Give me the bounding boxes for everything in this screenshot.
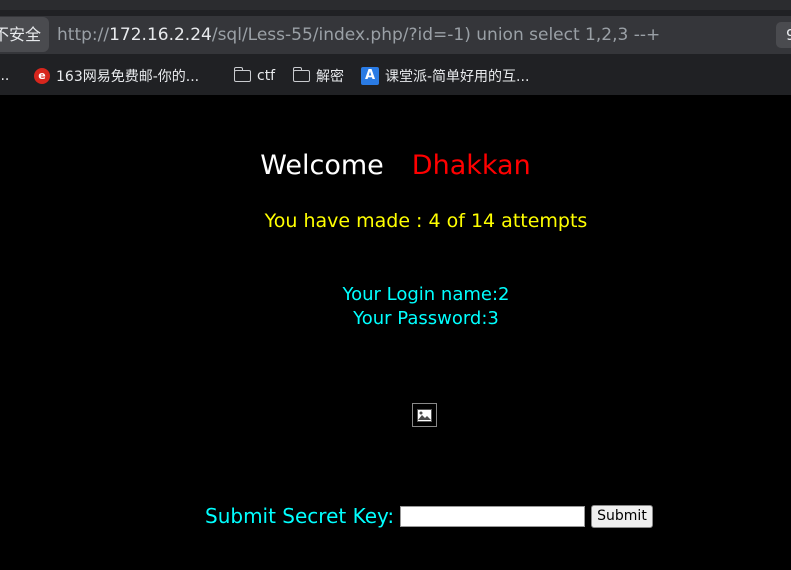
bookmark-label: 课堂派-简单好用的互... — [385, 69, 530, 85]
folder-icon — [233, 67, 251, 82]
secret-key-input[interactable] — [400, 505, 586, 527]
extension-button[interactable]: 9 — [776, 22, 791, 48]
bookmark-label: ctf — [257, 68, 276, 84]
browser-chrome: 不安全 http://172.16.2.24/sql/Less-55/index… — [0, 0, 791, 95]
bookmark-apps[interactable]: ... — [0, 62, 9, 90]
bookmarks-bar: ... e 163网易免费邮-你的... ctf 解密 A 课堂派-简单好用的互… — [0, 62, 791, 90]
url-text[interactable]: http://172.16.2.24/sql/Less-55/index.php… — [57, 24, 660, 46]
secret-key-form: Submit Secret Key: Submit — [205, 504, 653, 528]
user-name: Dhakkan — [411, 150, 531, 181]
welcome-text: Welcome — [260, 150, 384, 181]
welcome-heading: Welcome Dhakkan — [0, 150, 791, 181]
ketangpai-icon: A — [361, 67, 379, 85]
bookmark-ketangpai[interactable]: A 课堂派-简单好用的互... — [361, 62, 529, 90]
url-host: 172.16.2.24 — [109, 25, 212, 45]
url-path: /sql/Less-55/index.php/?id=-1) union sel… — [211, 25, 661, 45]
bookmark-ctf[interactable]: ctf — [233, 62, 276, 90]
bookmark-label: ... — [0, 68, 10, 84]
folder-icon — [292, 67, 310, 82]
tab-strip — [0, 0, 791, 10]
password-text: Your Password:3 — [353, 308, 499, 329]
security-indicator[interactable]: 不安全 — [0, 17, 49, 52]
login-result: Your Login name:2 Your Password:3 — [0, 283, 791, 331]
mail-icon: e — [34, 68, 50, 84]
bookmark-163mail[interactable]: e 163网易免费邮-你的... — [34, 62, 199, 90]
bookmark-label: 163网易免费邮-你的... — [56, 69, 200, 85]
bookmark-decrypt[interactable]: 解密 — [292, 62, 344, 90]
attempts-counter: You have made : 4 of 14 attempts — [264, 210, 588, 232]
broken-image-icon — [412, 403, 437, 427]
login-name-text: Your Login name:2 — [342, 284, 510, 305]
submit-button[interactable]: Submit — [591, 504, 653, 528]
url-prefix: http:// — [57, 25, 110, 45]
secret-key-label: Submit Secret Key: — [205, 504, 395, 528]
bookmark-label: 解密 — [316, 69, 344, 85]
